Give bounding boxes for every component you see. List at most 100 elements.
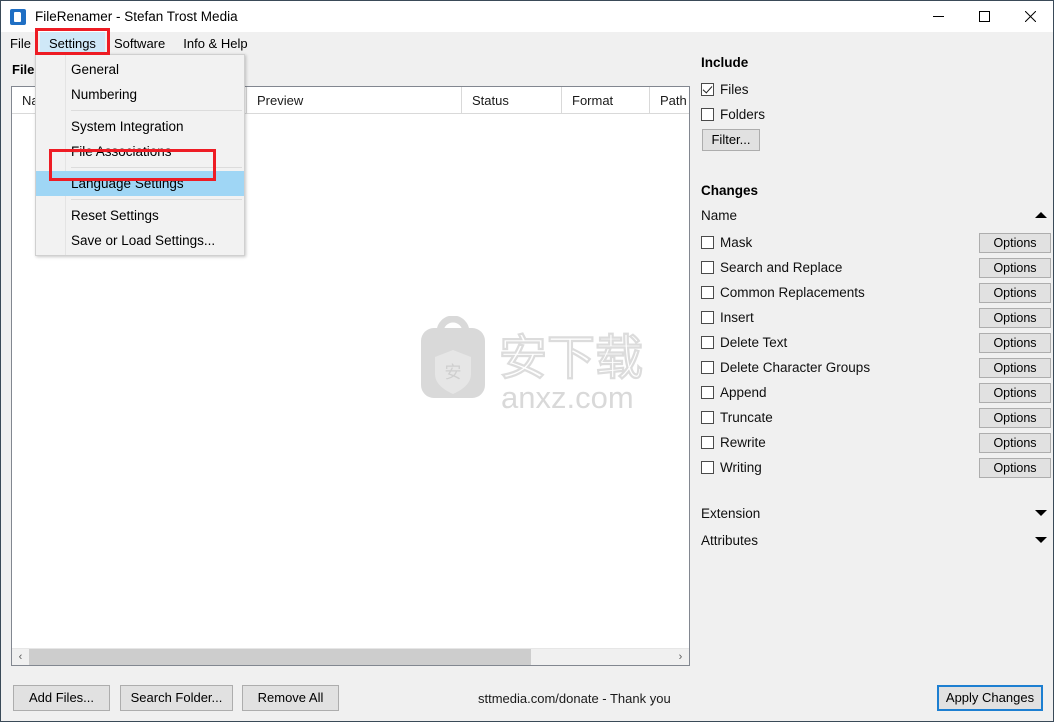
search-and-replace-checkbox[interactable] [701,261,714,274]
donate-text[interactable]: sttmedia.com/donate - Thank you [478,691,671,706]
menu-info-help[interactable]: Info & Help [174,32,256,55]
minimize-icon[interactable] [915,1,961,32]
chevron-down-icon-extension[interactable] [1035,510,1047,516]
document-icon [10,8,26,25]
common-replacements-options-button[interactable]: Options [979,282,1051,303]
scroll-right-icon[interactable]: › [672,649,689,666]
menu-settings-label: Settings [48,36,96,51]
group-extension-header[interactable]: Extension [701,502,1053,524]
truncate-checkbox[interactable] [701,411,714,424]
change-row-insert: Insert Options [701,305,1053,330]
common-replacements-checkbox[interactable] [701,286,714,299]
menu-settings[interactable]: Settings [39,32,105,55]
remove-all-button[interactable]: Remove All [242,685,339,711]
writing-checkbox[interactable] [701,461,714,474]
files-checkbox[interactable] [701,82,714,96]
group-name-label: Name [701,207,738,223]
append-checkbox-row[interactable]: Append [701,385,767,400]
folders-label: Folders [720,106,766,122]
mask-options-button[interactable]: Options [979,232,1051,253]
close-icon[interactable] [1007,1,1053,32]
checkbox-folders[interactable]: Folders [701,103,1053,125]
writing-label: Writing [720,460,762,475]
menu-item-file-associations[interactable]: File Associations [36,139,244,164]
change-row-search-and-replace: Search and Replace Options [701,255,1053,280]
change-row-writing: Writing Options [701,455,1053,480]
filter-button[interactable]: Filter... [702,129,760,151]
delete-character-groups-checkbox[interactable] [701,361,714,374]
file-group-label: File [12,62,35,77]
group-name-header[interactable]: Name [701,204,1053,226]
maximize-icon[interactable] [961,1,1007,32]
group-attributes-label: Attributes [701,532,759,548]
writing-options-button[interactable]: Options [979,457,1051,478]
insert-checkbox[interactable] [701,311,714,324]
rewrite-checkbox[interactable] [701,436,714,449]
change-row-append: Append Options [701,380,1053,405]
menu-file-label: File [10,36,31,51]
menu-item-general[interactable]: General [36,57,244,82]
scrollbar-track[interactable] [29,648,672,665]
column-header-preview[interactable]: Preview [247,87,462,113]
files-label: Files [720,81,749,97]
mask-checkbox[interactable] [701,236,714,249]
column-header-format[interactable]: Format [562,87,650,113]
column-header-status[interactable]: Status [462,87,562,113]
scroll-left-icon[interactable]: ‹ [12,649,29,666]
mask-checkbox-row[interactable]: Mask [701,235,752,250]
delete-character-groups-options-button[interactable]: Options [979,357,1051,378]
common-replacements-checkbox-row[interactable]: Common Replacements [701,285,865,300]
settings-dropdown-menu: General Numbering System Integration Fil… [35,54,245,256]
change-row-truncate: Truncate Options [701,405,1053,430]
apply-changes-button[interactable]: Apply Changes [937,685,1043,711]
menu-bar: File Settings Software Info & Help [1,32,1053,55]
application-window: FileRenamer - Stefan Trost Media File Se… [0,0,1054,722]
delete-text-checkbox-row[interactable]: Delete Text [701,335,787,350]
menu-item-system-integration[interactable]: System Integration [36,114,244,139]
insert-options-button[interactable]: Options [979,307,1051,328]
writing-checkbox-row[interactable]: Writing [701,460,762,475]
menu-software[interactable]: Software [105,32,174,55]
menu-item-language-settings[interactable]: Language Settings [36,171,244,196]
common-replacements-label: Common Replacements [720,285,865,300]
title-bar: FileRenamer - Stefan Trost Media [1,1,1053,32]
search-and-replace-label: Search and Replace [720,260,843,275]
chevron-up-icon[interactable] [1035,212,1047,218]
delete-text-options-button[interactable]: Options [979,332,1051,353]
chevron-down-icon-attributes[interactable] [1035,537,1047,543]
search-folder-button[interactable]: Search Folder... [120,685,233,711]
column-header-path[interactable]: Path [650,87,689,113]
menu-item-numbering[interactable]: Numbering [36,82,244,107]
checkbox-files[interactable]: Files [701,78,1053,100]
search-and-replace-checkbox-row[interactable]: Search and Replace [701,260,842,275]
search-and-replace-options-button[interactable]: Options [979,257,1051,278]
truncate-options-button[interactable]: Options [979,407,1051,428]
add-files-button[interactable]: Add Files... [13,685,110,711]
append-checkbox[interactable] [701,386,714,399]
scrollbar-thumb[interactable] [29,648,531,665]
menu-info-help-label: Info & Help [183,36,248,51]
window-title: FileRenamer - Stefan Trost Media [35,9,238,24]
horizontal-scrollbar[interactable]: ‹ › [12,648,689,665]
delete-text-checkbox[interactable] [701,336,714,349]
rewrite-label: Rewrite [720,435,766,450]
group-attributes-header[interactable]: Attributes [701,529,1053,551]
menu-item-save-or-load-settings[interactable]: Save or Load Settings... [36,228,244,253]
truncate-label: Truncate [720,410,773,425]
menu-separator [71,110,242,111]
rewrite-options-button[interactable]: Options [979,432,1051,453]
menu-item-reset-settings[interactable]: Reset Settings [36,203,244,228]
delete-character-groups-checkbox-row[interactable]: Delete Character Groups [701,360,870,375]
menu-separator [71,167,242,168]
change-row-delete-text: Delete Text Options [701,330,1053,355]
truncate-checkbox-row[interactable]: Truncate [701,410,773,425]
change-row-common-replacements: Common Replacements Options [701,280,1053,305]
right-panel: Include Files Folders Filter... Changes … [701,55,1053,675]
folders-checkbox[interactable] [701,107,714,121]
rewrite-checkbox-row[interactable]: Rewrite [701,435,766,450]
append-options-button[interactable]: Options [979,382,1051,403]
insert-checkbox-row[interactable]: Insert [701,310,754,325]
append-label: Append [720,385,767,400]
delete-text-label: Delete Text [720,335,788,350]
menu-file[interactable]: File [1,32,40,55]
